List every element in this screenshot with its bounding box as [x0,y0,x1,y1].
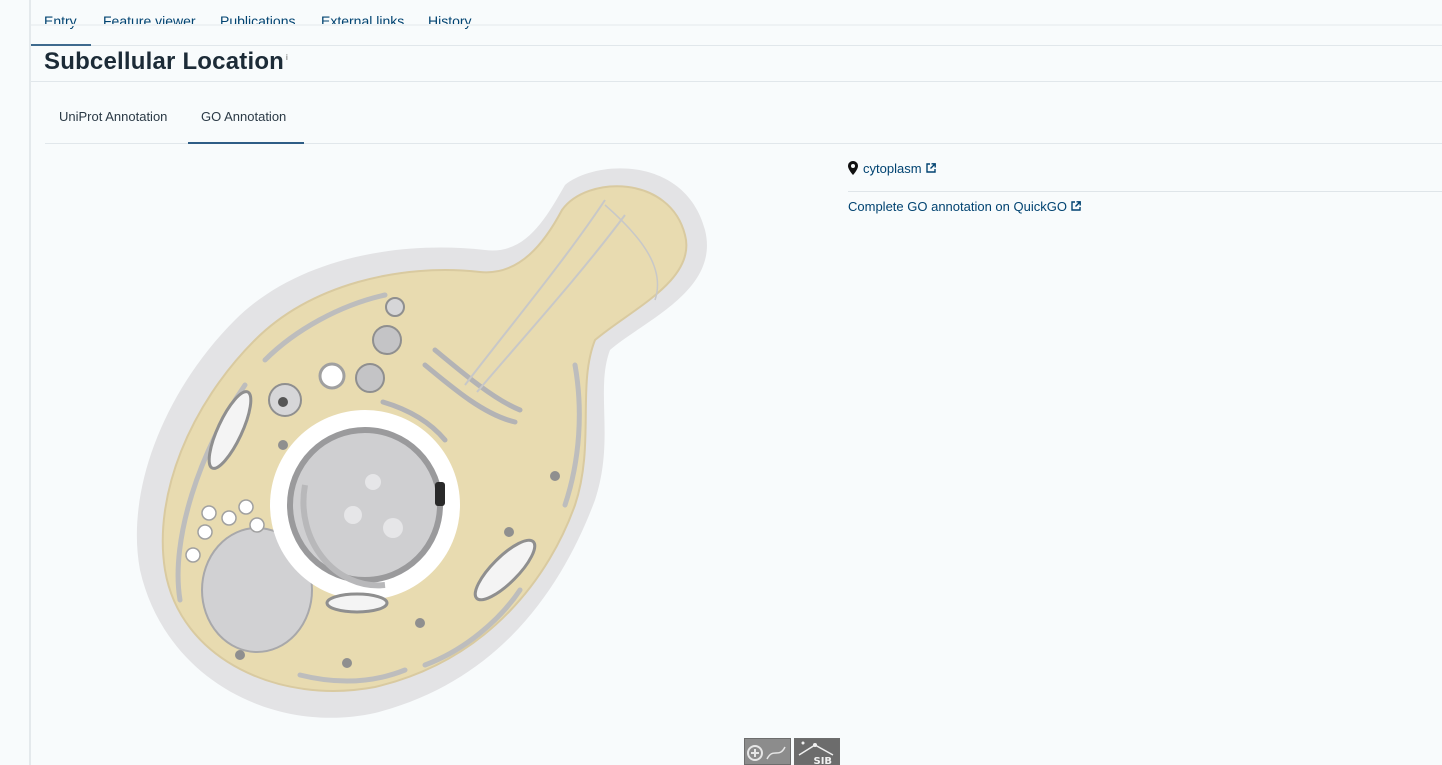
go-locations-panel: cytoplasm Complete GO annotation on Quic… [848,158,1442,214]
nav-feature-viewer[interactable]: Feature viewer [103,13,196,29]
cell-illustration [125,160,715,720]
swissbiopics-logo[interactable] [744,738,791,765]
tab-active-indicator [188,142,304,144]
quickgo-link[interactable]: Complete GO annotation on QuickGO [848,198,1442,214]
tab-go-annotation[interactable]: GO Annotation [201,109,286,124]
nav-entry[interactable]: Entry [44,13,77,29]
section-title: Subcellular Location [44,48,285,75]
nav-history[interactable]: History [428,13,472,29]
annotation-tabs: UniProt Annotation GO Annotation [45,100,1442,144]
sib-logo-text: SIB [813,756,833,765]
page-title: Subcellular Location i [44,48,288,76]
info-icon[interactable]: i [286,53,288,62]
sib-logo[interactable]: SIB [793,738,840,765]
nav-external-links[interactable]: External links [321,13,404,29]
swissbiopics-logo-icon [747,745,786,761]
location-item: cytoplasm [848,158,1442,178]
location-divider [848,191,1442,192]
footer-logos: SIB [744,738,840,765]
nav-publications[interactable]: Publications [220,13,296,29]
tab-uniprot-annotation[interactable]: UniProt Annotation [59,109,167,124]
title-divider [31,81,1442,82]
external-link-icon[interactable] [925,163,936,173]
entry-nav: Entry Feature viewer Publications Extern… [31,0,1442,46]
left-border [29,0,31,765]
location-link-cytoplasm[interactable]: cytoplasm [863,161,922,176]
yeast-cell-image [136,168,707,718]
nav-active-indicator [31,44,91,46]
location-pin-icon [848,161,858,175]
external-link-icon [1071,201,1081,211]
quickgo-label: Complete GO annotation on QuickGO [848,198,1067,214]
